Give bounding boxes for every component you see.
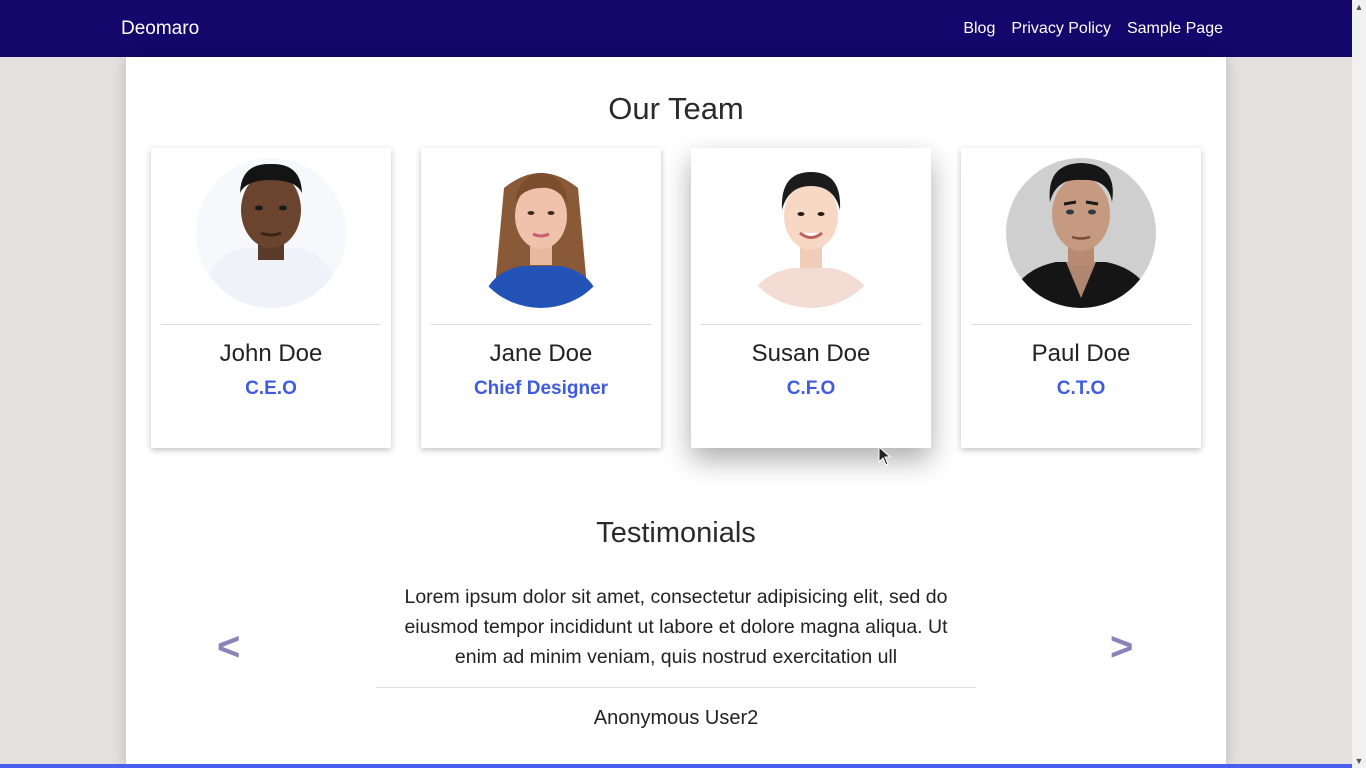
testimonials-section-title: Testimonials — [596, 517, 756, 549]
top-navbar: Deomaro Blog Privacy Policy Sample Page — [0, 0, 1352, 57]
carousel-next-button[interactable]: > — [1110, 625, 1133, 669]
member-name: John Doe — [219, 340, 323, 367]
member-name: Susan Doe — [751, 340, 871, 367]
nav-links: Blog Privacy Policy Sample Page — [963, 0, 1223, 58]
mouse-cursor-icon — [878, 446, 892, 466]
testimonial-author: Anonymous User2 — [593, 707, 759, 729]
carousel-prev-button[interactable]: < — [217, 625, 240, 669]
team-card-susan[interactable]: Susan Doe C.F.O — [691, 148, 931, 448]
team-card-john[interactable]: John Doe C.E.O — [151, 148, 391, 448]
team-card-paul[interactable]: Paul Doe C.T.O — [961, 148, 1201, 448]
member-name: Paul Doe — [1031, 340, 1131, 367]
testimonial-quote: Lorem ipsum dolor sit amet, consectetur … — [404, 586, 948, 668]
card-divider — [701, 324, 921, 325]
bottom-accent-bar — [0, 764, 1352, 768]
page-scrollbar[interactable]: ▲ ▼ — [1352, 0, 1366, 768]
nav-link-blog[interactable]: Blog — [963, 0, 995, 58]
nav-link-sample-page[interactable]: Sample Page — [1127, 0, 1223, 58]
card-divider — [431, 324, 651, 325]
avatar-john — [196, 158, 346, 308]
member-role: C.F.O — [786, 378, 836, 399]
team-card-jane[interactable]: Jane Doe Chief Designer — [421, 148, 661, 448]
testimonial-divider — [376, 687, 976, 688]
member-role: C.E.O — [245, 378, 297, 399]
card-divider — [161, 324, 381, 325]
member-role: C.T.O — [1056, 378, 1106, 399]
card-divider — [971, 324, 1191, 325]
scroll-up-arrow-icon[interactable]: ▲ — [1352, 0, 1366, 14]
avatar-susan — [736, 158, 886, 308]
avatar-jane — [466, 158, 616, 308]
avatar-paul — [1006, 158, 1156, 308]
scroll-down-arrow-icon[interactable]: ▼ — [1352, 754, 1366, 768]
site-brand-link[interactable]: Deomaro — [121, 0, 199, 58]
nav-link-privacy-policy[interactable]: Privacy Policy — [1011, 0, 1111, 58]
member-name: Jane Doe — [489, 340, 593, 367]
member-role: Chief Designer — [473, 378, 609, 399]
team-section-title: Our Team — [608, 91, 744, 126]
main-content: Our Team John Doe C.E.O Jane Doe Chief D… — [126, 57, 1226, 768]
